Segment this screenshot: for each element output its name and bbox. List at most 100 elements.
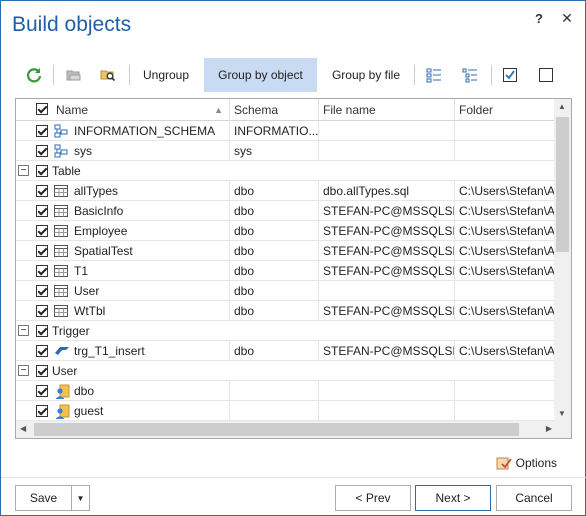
table-row[interactable]: T1 dboSTEFAN-PC@MSSQLSE... C:\Users\Stefan… <box>16 261 556 281</box>
group-row[interactable]: − Trigger <box>16 321 556 341</box>
build-objects-dialog: Build objects ? ✕ Ungroup Group by objec… <box>0 0 586 516</box>
scrollbar-corner <box>554 421 571 438</box>
scroll-down-icon[interactable]: ▼ <box>558 409 566 418</box>
scroll-left-icon[interactable]: ◀ <box>20 424 26 433</box>
object-name: BasicInfo <box>74 204 124 218</box>
row-checkbox[interactable] <box>36 285 48 297</box>
group-by-file-button[interactable]: Group by file <box>320 58 412 92</box>
save-button[interactable]: Save <box>15 485 72 511</box>
object-name: INFORMATION_SCHEMA <box>74 124 216 138</box>
open-folder-button[interactable] <box>59 58 89 92</box>
folder-search-icon <box>100 70 116 82</box>
objects-grid: Name ▲ Schema File name Folder INFORMATIO… <box>15 98 572 439</box>
schema-cell: dbo <box>230 181 319 201</box>
table-row[interactable]: INFORMATION_SCHEMA INFORMATIO... <box>16 121 556 141</box>
file-name-cell <box>319 381 455 401</box>
column-header-file-name[interactable]: File name <box>319 99 455 121</box>
dialog-title: Build objects <box>12 13 132 36</box>
group-by-object-button[interactable]: Group by object <box>204 58 317 92</box>
footer-divider <box>1 477 586 478</box>
folder-cell: C:\Users\Stefan\App <box>459 344 556 358</box>
folder-cell: C:\Users\Stefan\App <box>459 204 556 218</box>
select-all-checkbox[interactable] <box>36 103 48 115</box>
group-row[interactable]: − User <box>16 361 556 381</box>
row-checkbox[interactable] <box>36 345 48 357</box>
schema-cell: dbo <box>230 221 319 241</box>
prev-button[interactable]: < Prev <box>335 485 411 511</box>
object-name: dbo <box>74 384 95 398</box>
table-row[interactable]: allTypes dbo dbo.allTypes.sql C:\Users\Stef… <box>16 181 556 201</box>
group-checkbox[interactable] <box>36 165 48 177</box>
file-name-cell <box>319 121 455 141</box>
toolbar: Ungroup Group by object Group by file <box>15 58 572 92</box>
sort-arrow-icon: ▲ <box>214 105 223 115</box>
object-name: SpatialTest <box>74 244 133 258</box>
collapse-toggle[interactable]: − <box>18 165 29 176</box>
folder-cell <box>455 381 556 401</box>
table-row[interactable]: BasicInfo dboSTEFAN-PC@MSSQLSE... C:\Users… <box>16 201 556 221</box>
table-icon <box>54 204 68 218</box>
refresh-button[interactable] <box>19 58 49 92</box>
scroll-up-icon[interactable]: ▲ <box>558 102 566 111</box>
options-label: Options <box>515 456 557 470</box>
collapse-toggle[interactable]: − <box>18 325 29 336</box>
vertical-scrollbar[interactable]: ▲ ▼ <box>554 99 571 421</box>
row-checkbox[interactable] <box>36 385 48 397</box>
row-checkbox[interactable] <box>36 225 48 237</box>
checked-box-icon <box>503 68 517 82</box>
table-row[interactable]: sys sys <box>16 141 556 161</box>
file-name-cell: STEFAN-PC@MSSQLSE... <box>319 301 455 321</box>
toolbar-separator <box>414 65 415 85</box>
table-row[interactable]: dbo <box>16 381 556 401</box>
options-link[interactable]: Options <box>496 455 557 471</box>
group-label: User <box>52 364 78 378</box>
collapse-toggle[interactable]: − <box>18 365 29 376</box>
object-name: Employee <box>74 224 128 238</box>
check-all-button[interactable] <box>495 58 525 92</box>
table-row[interactable]: WtTbl dboSTEFAN-PC@MSSQLSE... C:\Users\Ste… <box>16 301 556 321</box>
cancel-button[interactable]: Cancel <box>496 485 572 511</box>
group-checkbox[interactable] <box>36 325 48 337</box>
file-name-cell: STEFAN-PC@MSSQLSE... <box>319 241 455 261</box>
table-row[interactable]: Employee dboSTEFAN-PC@MSSQLSE... C:\Users\… <box>16 221 556 241</box>
collapse-all-button[interactable] <box>455 58 485 92</box>
column-header-folder[interactable]: Folder <box>455 99 556 121</box>
group-label: Trigger <box>52 324 90 338</box>
schema-cell: dbo <box>230 281 319 301</box>
group-checkbox[interactable] <box>36 365 48 377</box>
group-row[interactable]: − Table <box>16 161 556 181</box>
save-dropdown-button[interactable]: ▼ <box>71 485 90 511</box>
trigger-icon <box>54 344 69 358</box>
row-checkbox[interactable] <box>36 125 48 137</box>
row-checkbox[interactable] <box>36 205 48 217</box>
file-name-cell: STEFAN-PC@MSSQLSE... <box>319 261 455 281</box>
row-checkbox[interactable] <box>36 185 48 197</box>
folder-cell: C:\Users\Stefan\App <box>459 304 556 318</box>
vertical-scroll-thumb[interactable] <box>556 117 569 252</box>
help-button[interactable]: ? <box>531 11 547 27</box>
table-row[interactable]: guest <box>16 401 556 421</box>
file-name-cell: STEFAN-PC@MSSQLSE... <box>319 201 455 221</box>
schema-cell: dbo <box>230 261 319 281</box>
row-checkbox[interactable] <box>36 145 48 157</box>
column-header-schema[interactable]: Schema <box>230 99 319 121</box>
schema-cell: sys <box>230 141 319 161</box>
expand-all-button[interactable] <box>419 58 449 92</box>
next-button[interactable]: Next > <box>415 485 491 511</box>
ungroup-button[interactable]: Ungroup <box>133 58 199 92</box>
table-row[interactable]: SpatialTest dboSTEFAN-PC@MSSQLSE... C:\Use… <box>16 241 556 261</box>
column-header-name[interactable]: Name ▲ <box>52 99 230 121</box>
scroll-right-icon[interactable]: ▶ <box>546 424 552 433</box>
table-row[interactable]: trg_T1_insert dboSTEFAN-PC@MSSQLSE... C:\U… <box>16 341 556 361</box>
uncheck-all-button[interactable] <box>531 58 561 92</box>
close-button[interactable]: ✕ <box>559 10 575 26</box>
find-in-folder-button[interactable] <box>93 58 123 92</box>
horizontal-scroll-thumb[interactable] <box>34 423 519 436</box>
horizontal-scrollbar[interactable]: ◀ ▶ <box>16 421 556 438</box>
options-icon <box>496 457 512 470</box>
row-checkbox[interactable] <box>36 265 48 277</box>
row-checkbox[interactable] <box>36 245 48 257</box>
row-checkbox[interactable] <box>36 305 48 317</box>
row-checkbox[interactable] <box>36 405 48 417</box>
table-row[interactable]: User dbo <box>16 281 556 301</box>
